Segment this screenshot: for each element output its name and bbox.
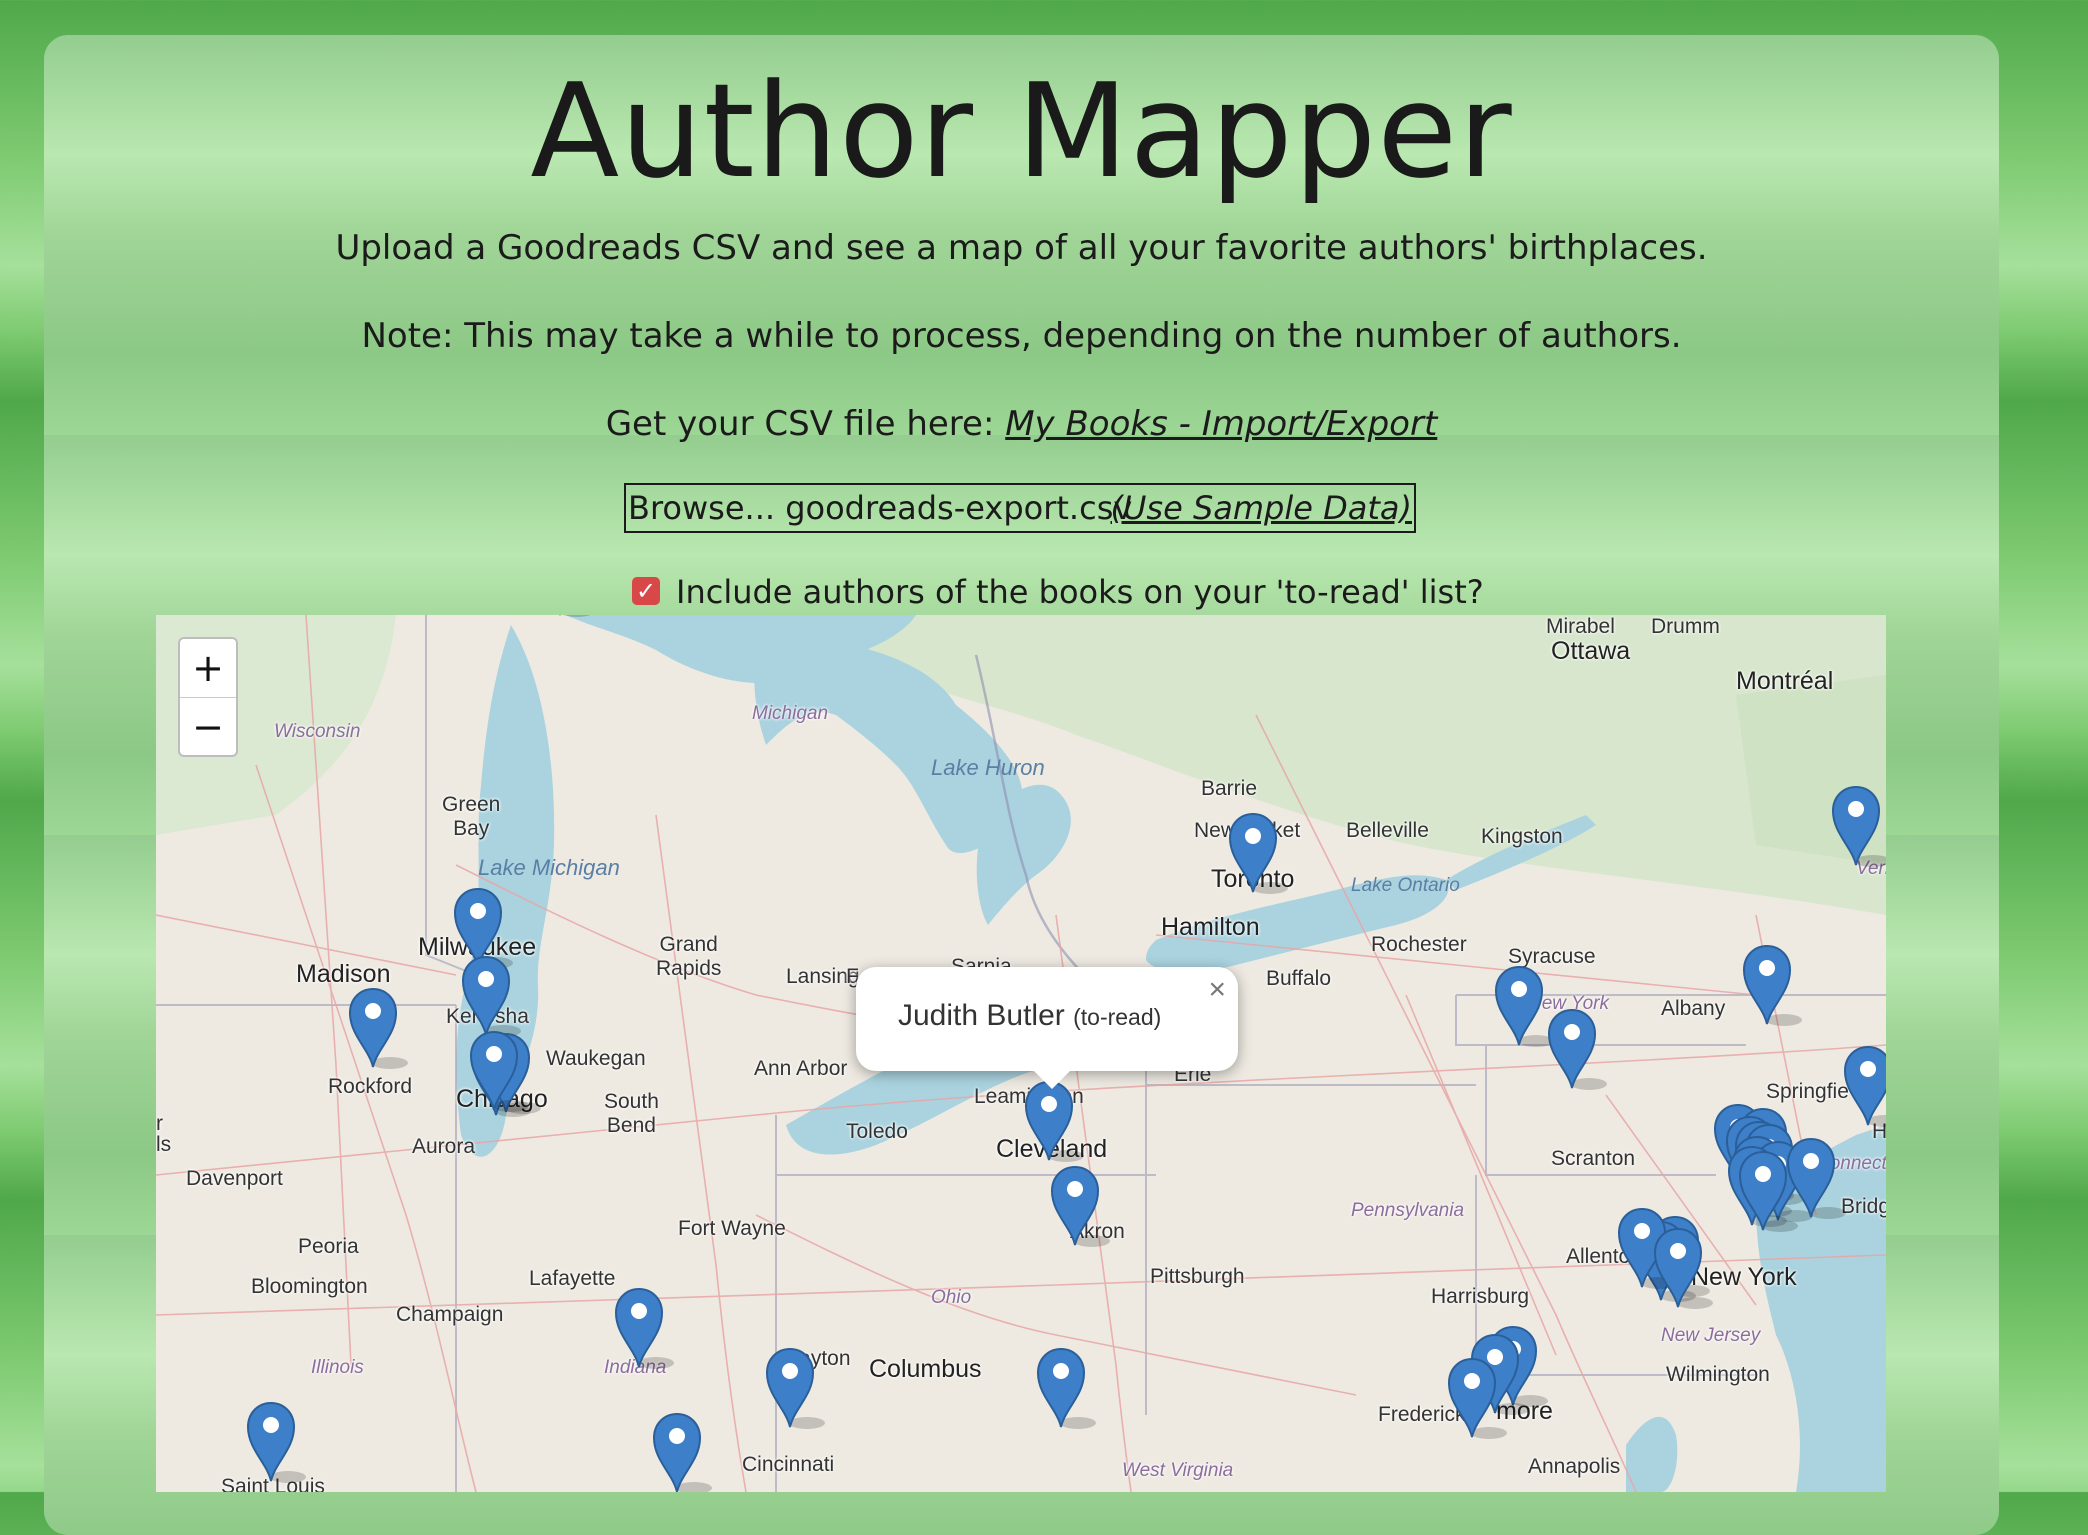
processing-note: Note: This may take a while to process, … bbox=[361, 316, 1682, 356]
label-harrisburg: Harrisburg bbox=[1431, 1285, 1530, 1308]
label-toronto: Toronto bbox=[1211, 865, 1295, 893]
browse-button[interactable]: Browse... goodreads-export.csv bbox=[628, 485, 1132, 531]
label-baltimore: more bbox=[1496, 1397, 1553, 1425]
csv-prefix: Get your CSV file here: bbox=[605, 404, 1006, 444]
label-mirabel: Mirabel bbox=[1546, 615, 1615, 638]
zoom-out-button[interactable]: − bbox=[180, 698, 236, 756]
label-ottawa: Ottawa bbox=[1551, 637, 1631, 665]
label-aurora: Aurora bbox=[412, 1135, 476, 1158]
label-allentown: Allentown bbox=[1566, 1245, 1658, 1268]
page-title: Author Mapper bbox=[530, 55, 1513, 207]
label-barrie: Barrie bbox=[1201, 777, 1258, 800]
label-akron: Akron bbox=[1070, 1220, 1125, 1243]
label-bloomington: Bloomington bbox=[251, 1275, 368, 1298]
label-davenport: Davenport bbox=[186, 1167, 283, 1190]
label-west-virginia: West Virginia bbox=[1122, 1460, 1234, 1481]
label-columbus: Columbus bbox=[869, 1355, 982, 1383]
label-annapolis: Annapolis bbox=[1528, 1455, 1621, 1478]
label-rockford: Rockford bbox=[328, 1075, 413, 1098]
intro-text: Upload a Goodreads CSV and see a map of … bbox=[335, 228, 1708, 268]
label-albany: Albany bbox=[1661, 997, 1726, 1020]
label-bridgeport: Bridge bbox=[1841, 1195, 1886, 1218]
label-waukegan: Waukegan bbox=[546, 1047, 646, 1070]
label-cincinnati: Cincinnati bbox=[742, 1453, 835, 1476]
toread-checkbox[interactable]: ✓ bbox=[632, 577, 660, 605]
label-vermont: Vermo bbox=[1856, 858, 1886, 879]
label-hamilton: Hamilton bbox=[1161, 913, 1260, 941]
label-edge-ls: ls bbox=[156, 1133, 172, 1156]
label-cleveland: Cleveland bbox=[996, 1135, 1108, 1163]
label-dayton: Dayton bbox=[784, 1347, 851, 1370]
csv-instructions: Get your CSV file here: My Books - Impor… bbox=[0, 404, 2043, 444]
label-indiana: Indiana bbox=[604, 1357, 667, 1378]
label-kenosha: Kenosha bbox=[446, 1005, 529, 1028]
label-peoria: Peoria bbox=[298, 1235, 359, 1258]
label-milwaukee: Milwaukee bbox=[418, 933, 537, 961]
label-ann-arbor: Ann Arbor bbox=[754, 1057, 848, 1080]
label-illinois: Illinois bbox=[311, 1357, 364, 1378]
use-sample-data-link[interactable]: (Use Sample Data) bbox=[1111, 485, 1412, 531]
author-map[interactable]: + − Ottawa Mirabel Drumm Montréal Wiscon… bbox=[156, 615, 1886, 1492]
label-rochester: Rochester bbox=[1371, 933, 1467, 956]
label-fort-wayne: Fort Wayne bbox=[678, 1217, 786, 1240]
label-lake-huron: Lake Huron bbox=[931, 755, 1045, 780]
label-south-bend: South Bend bbox=[604, 1090, 659, 1137]
label-pittsburgh: Pittsburgh bbox=[1150, 1265, 1245, 1288]
label-toledo: Toledo bbox=[846, 1120, 908, 1143]
label-syracuse: Syracuse bbox=[1508, 945, 1596, 968]
label-springfield: Springfie bbox=[1766, 1080, 1849, 1103]
popup-close-button[interactable]: × bbox=[1208, 973, 1226, 1007]
label-pennsylvania: Pennsylvania bbox=[1351, 1200, 1465, 1221]
zoom-in-button[interactable]: + bbox=[180, 639, 236, 698]
label-belleville: Belleville bbox=[1346, 819, 1429, 842]
label-montreal: Montréal bbox=[1736, 667, 1834, 695]
label-michigan: Michigan bbox=[752, 703, 829, 724]
import-export-link[interactable]: My Books - Import/Export bbox=[1005, 404, 1437, 444]
label-champaign: Champaign bbox=[396, 1303, 504, 1326]
file-upload[interactable]: Browse... goodreads-export.csv (Use Samp… bbox=[624, 483, 1416, 533]
label-connecticut: Connect bbox=[1816, 1153, 1886, 1174]
label-lafayette: Lafayette bbox=[529, 1267, 616, 1290]
label-ohio: Ohio bbox=[931, 1287, 972, 1308]
label-green-bay: Green Bay bbox=[442, 793, 501, 840]
label-new-york: New York bbox=[1691, 1263, 1797, 1291]
label-lake-michigan: Lake Michigan bbox=[478, 855, 620, 880]
label-drummondville: Drumm bbox=[1651, 615, 1720, 638]
popup-author: Judith Butler (to-read) bbox=[898, 999, 1162, 1032]
label-madison: Madison bbox=[296, 960, 391, 988]
label-wisconsin: Wisconsin bbox=[274, 721, 361, 742]
toread-label: Include authors of the books on your 'to… bbox=[676, 573, 1484, 611]
label-chicago: Chicago bbox=[456, 1085, 548, 1113]
label-wilmington: Wilmington bbox=[1666, 1363, 1770, 1386]
label-newmarket: Newmarket bbox=[1194, 819, 1301, 842]
label-edge-r: r bbox=[156, 1112, 163, 1135]
zoom-control: + − bbox=[178, 637, 238, 757]
label-grand-rapids: Grand Rapids bbox=[656, 933, 722, 980]
label-kingston: Kingston bbox=[1481, 825, 1563, 848]
label-new-jersey: New Jersey bbox=[1661, 1325, 1761, 1346]
label-st-louis: Saint Louis bbox=[221, 1475, 325, 1492]
label-edge-h: H bbox=[1872, 1120, 1886, 1143]
file-name: goodreads-export.csv bbox=[785, 489, 1133, 527]
label-scranton: Scranton bbox=[1551, 1147, 1636, 1170]
popup-tag: (to-read) bbox=[1073, 1004, 1162, 1030]
label-buffalo: Buffalo bbox=[1266, 967, 1331, 990]
label-new-york-state: New York bbox=[1528, 993, 1609, 1014]
author-popup: Judith Butler (to-read) × bbox=[856, 967, 1238, 1089]
label-lake-ontario: Lake Ontario bbox=[1351, 875, 1460, 896]
label-frederick: Frederick bbox=[1378, 1403, 1466, 1426]
